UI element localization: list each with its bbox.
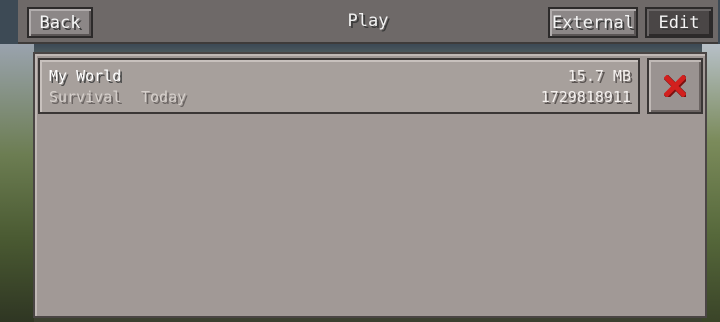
delete-world-button[interactable]: [647, 58, 703, 114]
external-button[interactable]: External: [548, 7, 638, 38]
world-size: 15.7 MB: [567, 67, 631, 85]
world-last-played: Today: [141, 88, 187, 106]
edit-button[interactable]: Edit: [645, 7, 713, 38]
world-list-item[interactable]: My World Survival Today 15.7 MB 17298189…: [38, 58, 640, 114]
world-game-mode: Survival: [49, 88, 122, 106]
external-button-label: External: [552, 12, 634, 33]
world-seed: 1729818911: [540, 88, 631, 106]
world-name: My World: [49, 67, 122, 85]
world-list[interactable]: My World Survival Today 15.7 MB 17298189…: [33, 52, 707, 318]
close-x-icon: [664, 75, 686, 97]
top-bar: Back Play External Edit: [18, 0, 718, 44]
edit-button-label: Edit: [658, 12, 700, 33]
